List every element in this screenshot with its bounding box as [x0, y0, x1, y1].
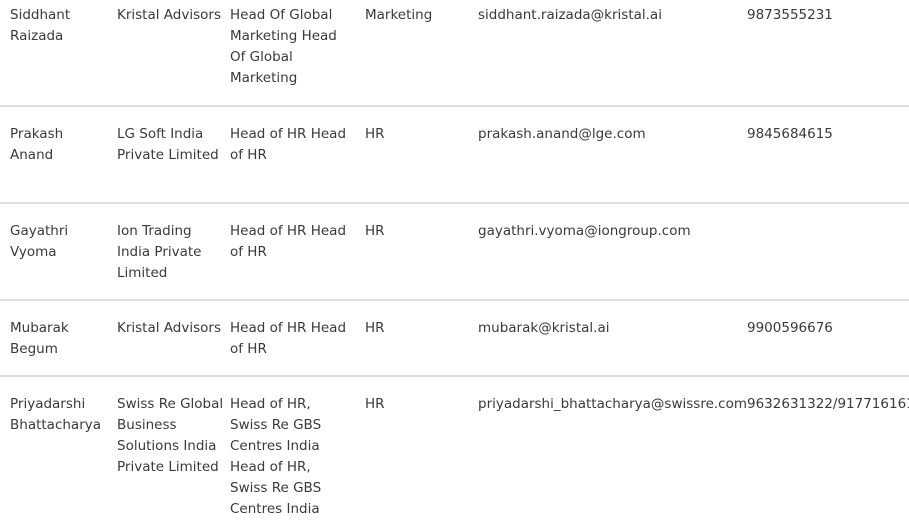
- contact-name: Siddhant Raizada: [10, 7, 71, 44]
- contact-name: Prakash Anand: [10, 126, 64, 163]
- phone-number: 9845684615: [747, 126, 833, 142]
- phone-number: 9873555231: [747, 7, 833, 23]
- table-row: Siddhant Raizada Kristal Advisors Head O…: [0, 0, 909, 107]
- designation: Head of HR Head of HR: [230, 223, 347, 260]
- email-address: mubarak@kristal.ai: [478, 320, 610, 336]
- email-address: gayathri.vyoma@iongroup.com: [478, 223, 691, 239]
- company-name: Swiss Re Global Business Solutions India…: [117, 396, 224, 475]
- table-row: Prakash Anand LG Soft India Private Limi…: [0, 107, 909, 204]
- company-name: Kristal Advisors: [117, 320, 221, 336]
- company-name: Kristal Advisors: [117, 7, 221, 23]
- department: HR: [365, 126, 385, 142]
- table-row: Mubarak Begum Kristal Advisors Head of H…: [0, 301, 909, 377]
- email-address: prakash.anand@lge.com: [478, 126, 646, 142]
- email-address: priyadarshi_bhattacharya@swissre.com: [478, 396, 748, 412]
- department: HR: [365, 396, 385, 412]
- designation: Head of HR, Swiss Re GBS Centres India H…: [230, 396, 322, 517]
- company-name: LG Soft India Private Limited: [117, 126, 219, 163]
- designation: Head of HR Head of HR: [230, 320, 347, 357]
- department: HR: [365, 223, 385, 239]
- company-name: Ion Trading India Private Limited: [117, 223, 202, 281]
- designation: Head of HR Head of HR: [230, 126, 347, 163]
- phone-number: 9632631322/9177161614: [747, 396, 909, 412]
- designation: Head Of Global Marketing Head Of Global …: [230, 7, 337, 86]
- email-address: siddhant.raizada@kristal.ai: [478, 7, 662, 23]
- contact-name: Mubarak Begum: [10, 320, 69, 357]
- contact-name: Gayathri Vyoma: [10, 223, 69, 260]
- phone-number: 9900596676: [747, 320, 833, 336]
- table-row: Priyadarshi Bhattacharya Swiss Re Global…: [0, 377, 909, 524]
- table-row: Gayathri Vyoma Ion Trading India Private…: [0, 204, 909, 301]
- contacts-table: Siddhant Raizada Kristal Advisors Head O…: [0, 0, 909, 524]
- department: HR: [365, 320, 385, 336]
- contact-name: Priyadarshi Bhattacharya: [10, 396, 102, 433]
- department: Marketing: [365, 7, 433, 23]
